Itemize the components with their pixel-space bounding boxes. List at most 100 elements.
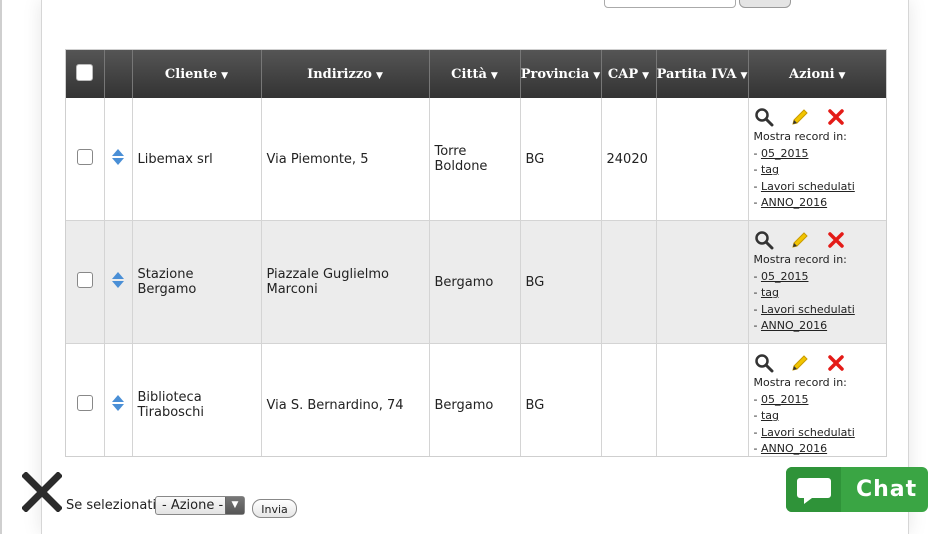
cell-partita-iva — [656, 98, 749, 221]
cell-azioni: Mostra record in: - 05_2015 - tag - Lavo… — [748, 343, 886, 456]
record-link-anno-2016[interactable]: ANNO_2016 — [761, 196, 827, 209]
record-link-lavori-schedulati[interactable]: Lavori schedulati — [761, 426, 855, 439]
sort-arrows-icon[interactable] — [111, 148, 125, 166]
search-icon[interactable] — [754, 353, 776, 373]
col-header-azioni[interactable]: Azioni ▼ — [748, 50, 886, 98]
cell-partita-iva — [656, 343, 749, 456]
cell-citta: Bergamo — [429, 220, 521, 344]
record-label: Mostra record in: — [753, 130, 847, 143]
record-link-item: - 05_2015 — [753, 269, 809, 283]
chevron-down-icon: ▼ — [225, 497, 244, 514]
sort-caret-icon: ▼ — [221, 70, 229, 81]
col-header-partita-iva[interactable]: Partita IVA ▼ — [656, 50, 749, 98]
select-all-checkbox[interactable] — [76, 63, 94, 81]
record-link-item: - ANNO_2016 — [753, 196, 828, 209]
col-header-indirizzo[interactable]: Indirizzo ▼ — [261, 50, 430, 98]
edit-pencil-icon[interactable] — [790, 230, 812, 250]
col-header-citta[interactable]: Città ▼ — [429, 50, 521, 98]
cell-azioni: Mostra record in: - 05_2015 - tag - Lavo… — [748, 98, 886, 221]
selected-label: Se selezionati: — [66, 498, 161, 513]
cell-cliente: Biblioteca Tiraboschi — [132, 343, 262, 456]
action-select[interactable]: - Azione - ▼ — [155, 496, 245, 515]
cell-citta: Bergamo — [429, 343, 521, 456]
delete-icon[interactable] — [826, 107, 848, 127]
sort-arrows-icon[interactable] — [111, 394, 125, 412]
invia-button[interactable]: Invia — [252, 499, 297, 518]
delete-icon[interactable] — [826, 230, 848, 250]
record-link-anno-2016[interactable]: ANNO_2016 — [761, 319, 827, 332]
record-link-item: - tag — [753, 286, 780, 299]
cell-indirizzo: Via S. Bernardino, 74 — [261, 343, 430, 456]
record-link-item: - ANNO_2016 — [753, 442, 828, 455]
cell-indirizzo: Via Piemonte, 5 — [261, 98, 430, 221]
sort-header — [104, 50, 133, 98]
sort-caret-icon: ▼ — [838, 70, 846, 81]
row-select-cell — [66, 220, 105, 344]
top-search-input[interactable] — [604, 0, 736, 8]
cell-cap — [601, 343, 657, 456]
chat-icon-area — [786, 467, 841, 512]
col-header-cap[interactable]: CAP ▼ — [601, 50, 657, 98]
col-header-provincia[interactable]: Provincia ▼ — [520, 50, 602, 98]
record-link-lavori-schedulati[interactable]: Lavori schedulati — [761, 303, 855, 316]
record-link-item: - ANNO_2016 — [753, 319, 828, 332]
record-link-item: - tag — [753, 409, 780, 422]
record-link-05-2015[interactable]: 05_2015 — [761, 270, 809, 283]
sort-caret-icon: ▼ — [375, 70, 383, 81]
delete-icon[interactable] — [826, 353, 848, 373]
cell-indirizzo: Piazzale Guglielmo Marconi — [261, 220, 430, 344]
record-link-anno-2016[interactable]: ANNO_2016 — [761, 442, 827, 455]
record-link-item: - tag — [753, 163, 780, 176]
clients-table: Cliente ▼ Indirizzo ▼ Città ▼ Provincia ▼ CA… — [65, 49, 887, 457]
search-icon[interactable] — [754, 107, 776, 127]
row-select-cell — [66, 343, 105, 456]
table-row: Libemax srl Via Piemonte, 5 Torre Boldon… — [66, 98, 886, 221]
table-header-row: Cliente ▼ Indirizzo ▼ Città ▼ Provincia ▼ CA… — [66, 50, 886, 98]
record-link-item: - Lavori schedulati — [753, 302, 855, 316]
record-link-tag[interactable]: tag — [761, 163, 779, 176]
edit-pencil-icon[interactable] — [790, 107, 812, 127]
chat-label: Chat — [856, 477, 918, 502]
left-edge — [0, 0, 2, 534]
sort-arrows-icon[interactable] — [111, 271, 125, 289]
cell-provincia: BG — [520, 220, 602, 344]
row-checkbox[interactable] — [76, 149, 93, 165]
cell-partita-iva — [656, 220, 749, 344]
sort-caret-icon: ▼ — [740, 70, 748, 81]
cell-cap — [601, 220, 657, 344]
record-link-item: - 05_2015 — [753, 392, 809, 406]
record-link-item: - 05_2015 — [753, 146, 809, 160]
cell-azioni: Mostra record in: - 05_2015 - tag - Lavo… — [748, 220, 886, 344]
record-label: Mostra record in: — [753, 253, 847, 266]
edit-pencil-icon[interactable] — [790, 353, 812, 373]
search-icon[interactable] — [754, 230, 776, 250]
chat-button[interactable]: Chat — [786, 467, 928, 512]
row-checkbox[interactable] — [76, 395, 93, 411]
row-sort-cell — [104, 343, 133, 456]
chat-bubble-icon — [797, 478, 831, 504]
close-x-icon[interactable] — [21, 471, 63, 513]
sort-caret-icon: ▼ — [642, 70, 650, 81]
action-select-value: - Azione - — [162, 498, 224, 513]
sort-caret-icon: ▼ — [593, 70, 601, 81]
cell-provincia: BG — [520, 343, 602, 456]
cell-provincia: BG — [520, 98, 602, 221]
row-checkbox[interactable] — [76, 272, 93, 288]
col-header-cliente[interactable]: Cliente ▼ — [132, 50, 262, 98]
record-link-tag[interactable]: tag — [761, 286, 779, 299]
cell-cliente: Stazione Bergamo — [132, 220, 262, 344]
row-select-cell — [66, 98, 105, 221]
row-sort-cell — [104, 98, 133, 221]
row-sort-cell — [104, 220, 133, 344]
record-label: Mostra record in: — [753, 376, 847, 389]
record-link-05-2015[interactable]: 05_2015 — [761, 147, 809, 160]
record-link-05-2015[interactable]: 05_2015 — [761, 393, 809, 406]
record-link-item: - Lavori schedulati — [753, 179, 855, 193]
cell-citta: Torre Boldone — [429, 98, 521, 221]
table-row: Stazione Bergamo Piazzale Guglielmo Marc… — [66, 220, 886, 344]
record-link-tag[interactable]: tag — [761, 409, 779, 422]
select-all-header — [66, 50, 105, 98]
record-link-lavori-schedulati[interactable]: Lavori schedulati — [761, 180, 855, 193]
record-link-item: - Lavori schedulati — [753, 425, 855, 439]
top-search-button[interactable] — [739, 0, 791, 8]
